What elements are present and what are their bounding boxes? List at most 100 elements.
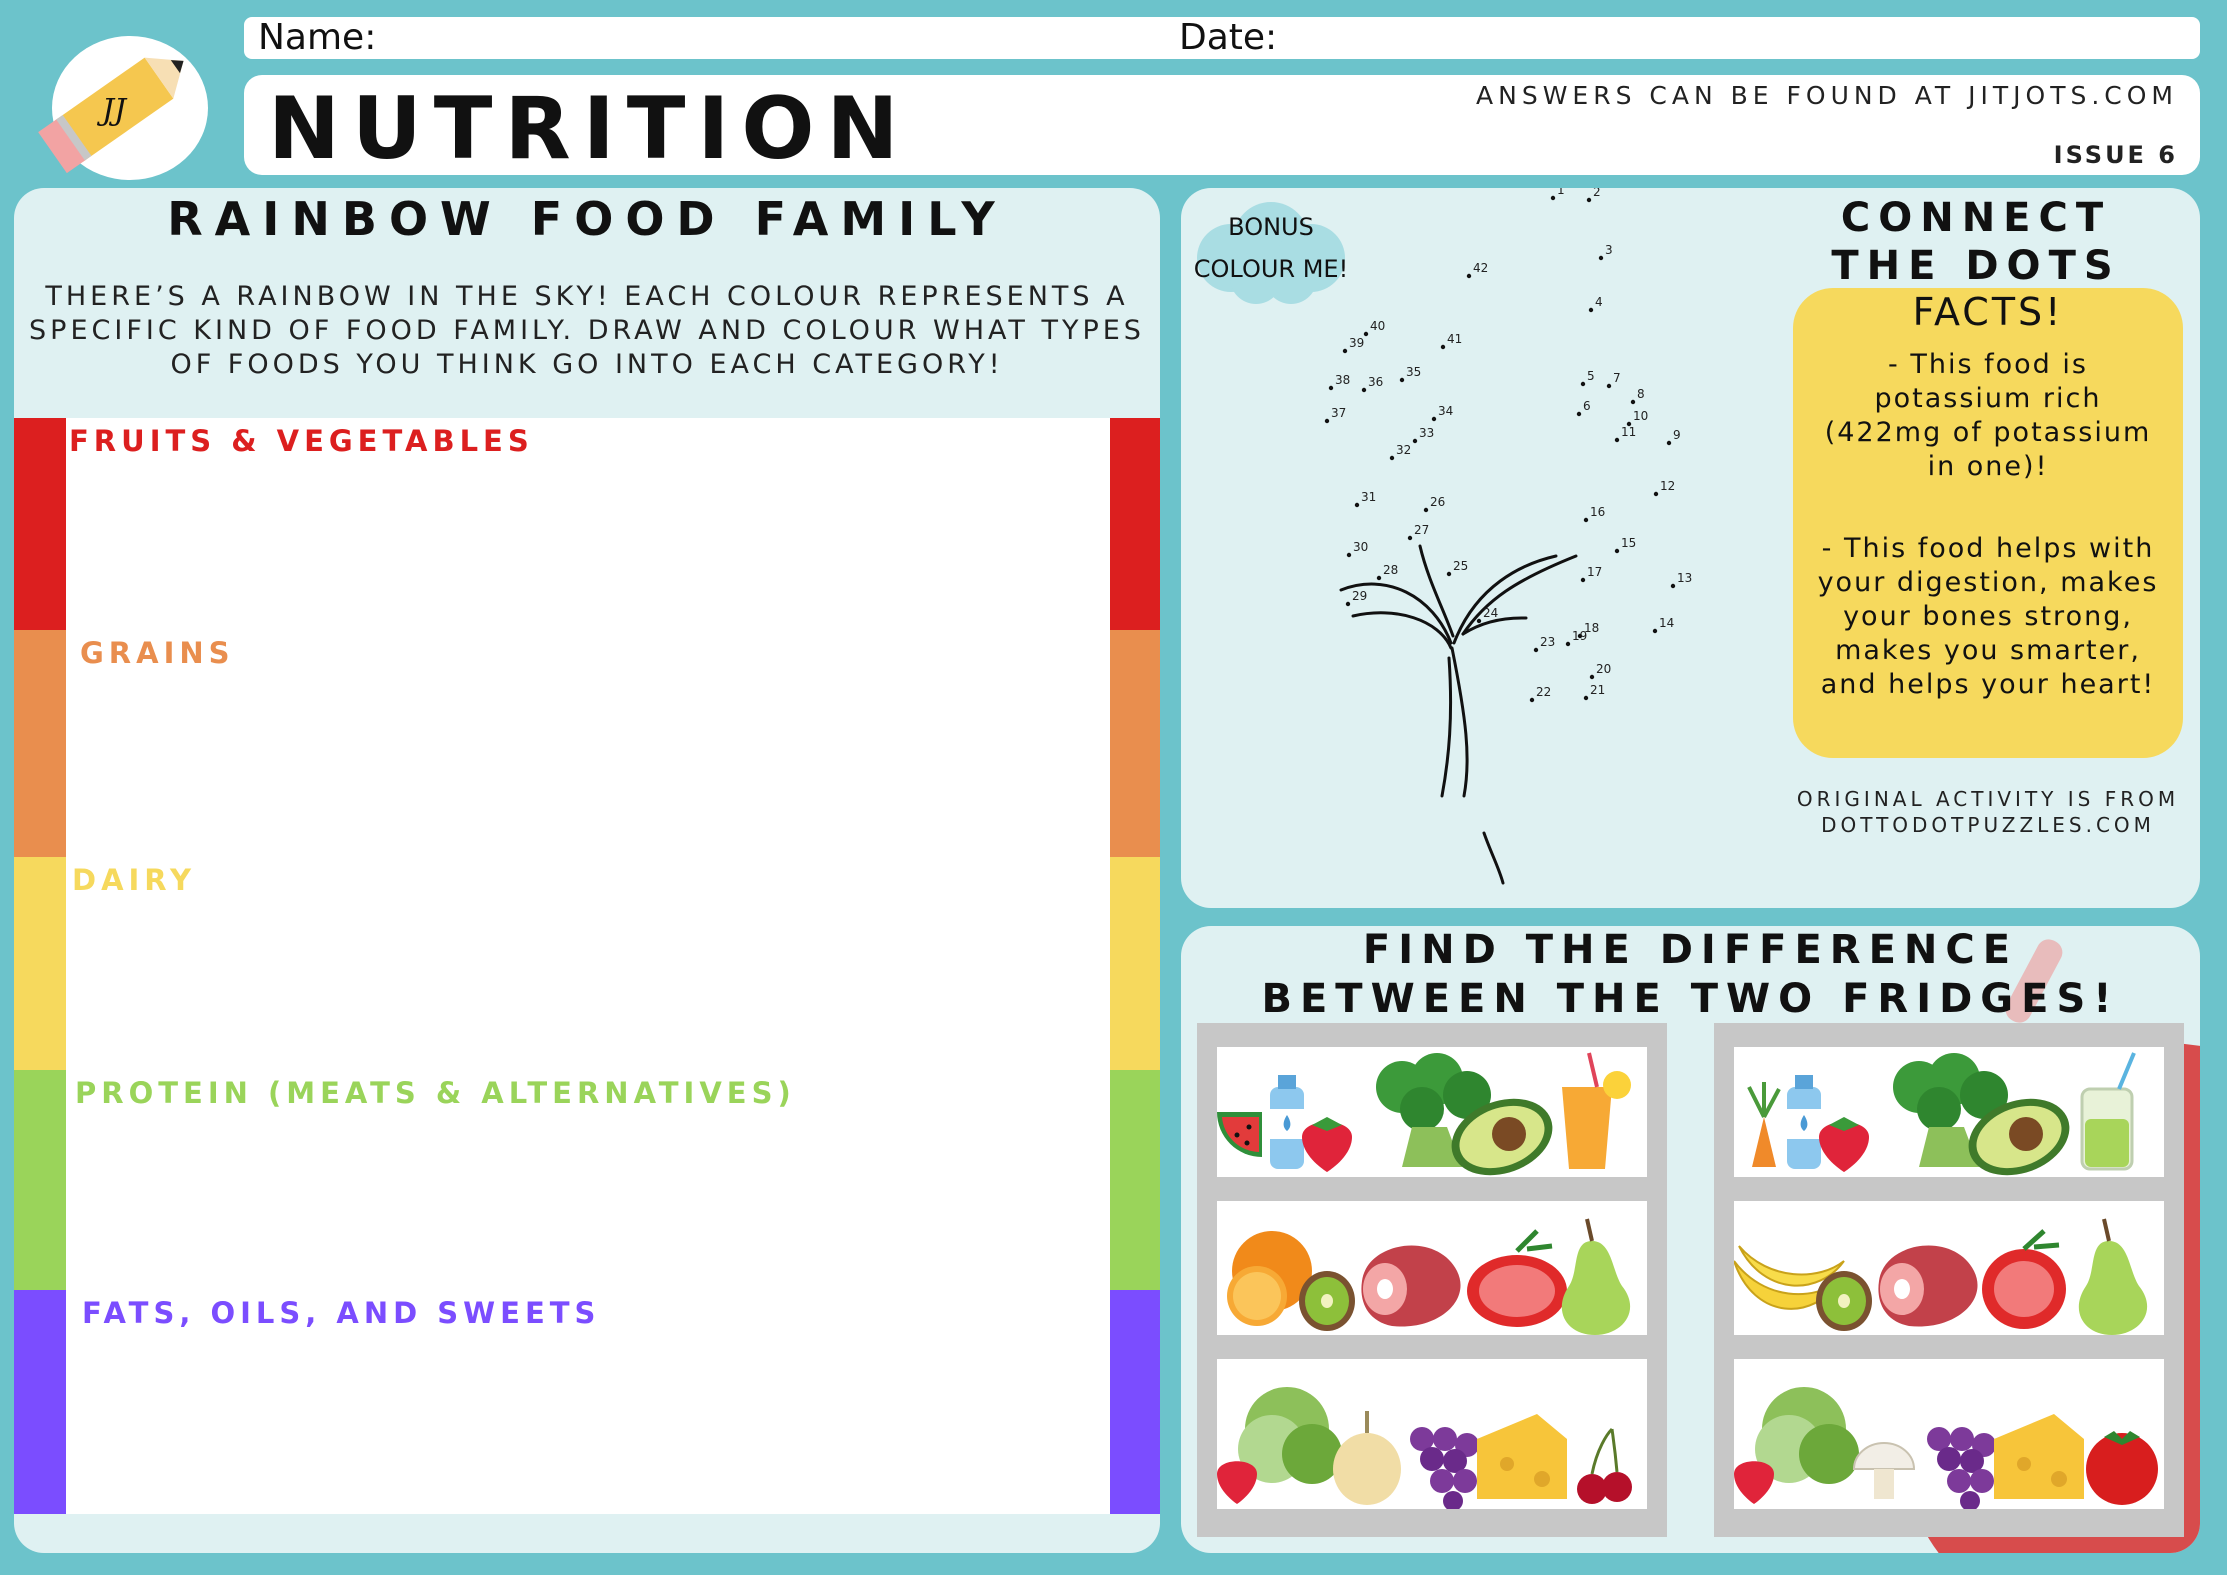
dot-17[interactable] <box>1580 577 1586 583</box>
grapes-icon <box>1927 1427 1996 1511</box>
dot-number-39: 39 <box>1349 336 1364 350</box>
strawberry-icon <box>1734 1461 1774 1504</box>
title-line2: BETWEEN THE TWO FRIDGES! <box>1261 976 2120 1022</box>
dot-1[interactable] <box>1550 195 1556 201</box>
dot-number-36: 36 <box>1368 375 1383 389</box>
dot-24[interactable] <box>1476 618 1482 624</box>
dot-11[interactable] <box>1614 437 1620 443</box>
jitjots-logo: JJ <box>38 36 208 180</box>
dot-33[interactable] <box>1412 438 1418 444</box>
dot-32[interactable] <box>1389 455 1395 461</box>
orange-juice-icon <box>1562 1052 1631 1169</box>
dot-41[interactable] <box>1440 344 1446 350</box>
dot-9[interactable] <box>1666 440 1672 446</box>
dot-number-5: 5 <box>1587 369 1595 383</box>
fridge-right[interactable] <box>1714 1023 2184 1537</box>
color-bar <box>14 1070 66 1290</box>
pear-icon <box>1561 1218 1631 1335</box>
strawberry-icon <box>1217 1461 1257 1504</box>
dot-36[interactable] <box>1361 387 1367 393</box>
dot-2[interactable] <box>1586 197 1592 203</box>
category-band-grains[interactable]: GRAINS <box>14 630 1160 857</box>
name-date-bar: Name: Date: <box>244 17 2200 59</box>
dot-39[interactable] <box>1342 348 1348 354</box>
dot-7[interactable] <box>1606 383 1612 389</box>
dot-number-27: 27 <box>1414 523 1429 537</box>
dot-number-35: 35 <box>1406 365 1421 379</box>
category-band-fruits-vegetables[interactable]: FRUITS & VEGETABLES <box>14 418 1160 630</box>
dot-26[interactable] <box>1423 507 1429 513</box>
dot-21[interactable] <box>1583 695 1589 701</box>
dot-number-41: 41 <box>1447 332 1462 346</box>
dot-28[interactable] <box>1376 575 1382 581</box>
dot-25[interactable] <box>1446 571 1452 577</box>
dot-number-15: 15 <box>1621 536 1636 550</box>
color-bar <box>1110 630 1160 857</box>
dot-34[interactable] <box>1431 416 1437 422</box>
dot-3[interactable] <box>1598 255 1604 261</box>
dot-to-dot-puzzle[interactable]: 1 234567891011121314151617181920212223242… <box>1181 188 1781 908</box>
dot-20[interactable] <box>1589 674 1595 680</box>
title-line1: FIND THE DIFFERENCE <box>1362 927 2019 973</box>
dot-38[interactable] <box>1328 385 1334 391</box>
find-the-difference-title: FIND THE DIFFERENCE BETWEEN THE TWO FRID… <box>1181 926 2200 1024</box>
water-bottle-icon <box>1787 1075 1821 1169</box>
dot-42[interactable] <box>1466 273 1472 279</box>
fact-digestion: - This food helps with your digestion, m… <box>1817 533 2159 700</box>
ham-icon <box>1361 1245 1461 1327</box>
dot-31[interactable] <box>1354 502 1360 508</box>
dot-number-34: 34 <box>1438 404 1453 418</box>
date-label: Date: <box>1179 17 1278 58</box>
pear-icon <box>2078 1218 2148 1335</box>
activity-credit: ORIGINAL ACTIVITY IS FROM DOTTODOTPUZZLE… <box>1796 787 2180 837</box>
banana-stem-drawing <box>1339 544 1578 885</box>
category-band-protein[interactable]: PROTEIN (MEATS & ALTERNATIVES) <box>14 1070 1160 1290</box>
find-the-difference-panel: FIND THE DIFFERENCE BETWEEN THE TWO FRID… <box>1181 926 2200 1553</box>
category-label: FATS, OILS, AND SWEETS <box>82 1296 601 1330</box>
rainbow-title: RAINBOW FOOD FAMILY <box>167 192 1007 246</box>
dot-number-24: 24 <box>1483 606 1498 620</box>
dot-35[interactable] <box>1399 377 1405 383</box>
carrot-icon <box>1747 1082 1781 1167</box>
dot-4[interactable] <box>1588 307 1594 313</box>
name-label: Name: <box>258 17 377 58</box>
numbered-dots: 1 234567891011121314151617181920212223242… <box>1324 188 1692 703</box>
watermelon-icon <box>1217 1112 1262 1157</box>
dot-6[interactable] <box>1576 411 1582 417</box>
dot-14[interactable] <box>1652 628 1658 634</box>
dot-8[interactable] <box>1630 399 1636 405</box>
dot-number-22: 22 <box>1536 685 1551 699</box>
dot-19[interactable] <box>1565 641 1571 647</box>
fridge-shelf-middle <box>1217 1201 1647 1335</box>
dot-22[interactable] <box>1529 697 1535 703</box>
fridge-shelf-middle-items <box>1733 1218 2148 1335</box>
dot-16[interactable] <box>1583 517 1589 523</box>
dot-23[interactable] <box>1533 647 1539 653</box>
fridge-shelf-bottom-items <box>1734 1387 2158 1511</box>
rainbow-description: THERE’S A RAINBOW IN THE SKY! EACH COLOU… <box>29 281 1145 380</box>
dot-37[interactable] <box>1324 418 1330 424</box>
dot-number-23: 23 <box>1540 635 1555 649</box>
page-title: NUTRITION <box>268 79 911 179</box>
fridge-shelf-bottom-items <box>1217 1387 1632 1511</box>
tomato-icon <box>2086 1431 2158 1505</box>
dot-5[interactable] <box>1580 381 1586 387</box>
fridge-left[interactable] <box>1197 1023 1667 1537</box>
category-band-dairy[interactable]: DAIRY <box>14 857 1160 1070</box>
dot-30[interactable] <box>1346 552 1352 558</box>
dot-13[interactable] <box>1670 583 1676 589</box>
strawberry-icon <box>1819 1117 1869 1172</box>
fridge-shelf-top <box>1217 1047 1647 1177</box>
color-bar <box>14 630 66 857</box>
category-band-fats-oils-sweets[interactable]: FATS, OILS, AND SWEETS <box>14 1290 1160 1514</box>
dot-number-13: 13 <box>1677 571 1692 585</box>
dot-number-42: 42 <box>1473 261 1488 275</box>
dot-27[interactable] <box>1407 535 1413 541</box>
color-bar <box>14 418 66 630</box>
dot-12[interactable] <box>1653 491 1659 497</box>
dot-29[interactable] <box>1345 601 1351 607</box>
tomato-icon <box>1467 1229 1567 1327</box>
dot-number-30: 30 <box>1353 540 1368 554</box>
dot-40[interactable] <box>1363 331 1369 337</box>
dot-15[interactable] <box>1614 548 1620 554</box>
